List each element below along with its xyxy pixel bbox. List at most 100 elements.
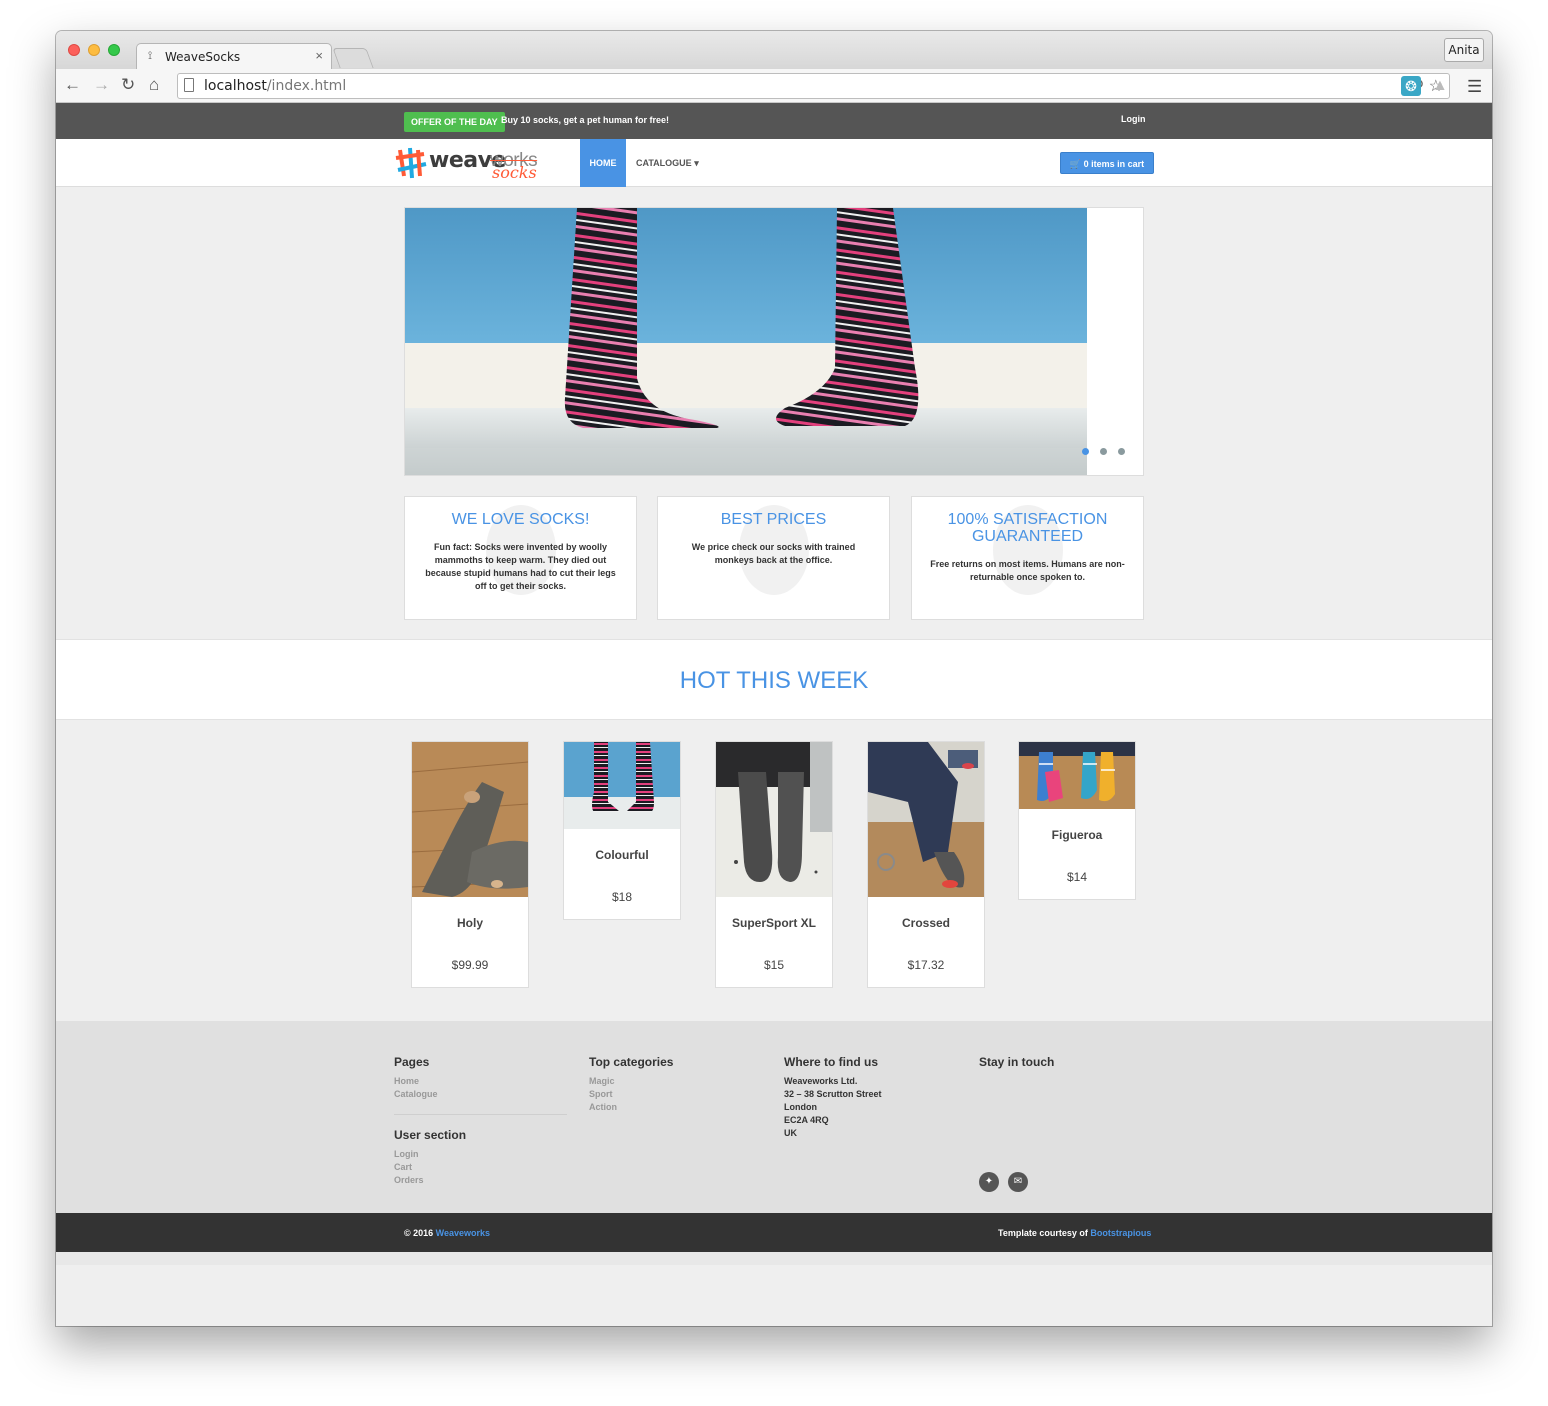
footer-link-cart[interactable]: Cart — [394, 1161, 466, 1174]
footer-stay-in-touch: Stay in touch — [979, 1055, 1054, 1069]
address-line: London — [784, 1102, 817, 1112]
footer-link-sport[interactable]: Sport — [589, 1088, 673, 1101]
address-line: EC2A 4RQ — [784, 1115, 829, 1125]
title-bar: ⟟ WeaveSocks × Anita — [56, 31, 1492, 70]
forward-icon[interactable]: → — [93, 74, 110, 96]
product-name[interactable]: SuperSport XL — [716, 916, 832, 930]
product-image[interactable] — [412, 742, 528, 897]
page-icon — [184, 78, 194, 92]
footer-touch-title: Stay in touch — [979, 1055, 1055, 1069]
feature-title: BEST PRICES — [720, 511, 827, 528]
product-image[interactable] — [868, 742, 984, 897]
product-price: $18 — [611, 890, 633, 904]
offer-text: Buy 10 socks, get a pet human for free! — [501, 115, 670, 125]
profile-button[interactable]: Anita — [1444, 38, 1484, 62]
tab-close-icon[interactable]: × — [315, 48, 323, 63]
hot-this-week-band: HOT THIS WEEK — [56, 639, 1492, 720]
address-bar[interactable]: localhost/index.html ⚲ ☆ — [177, 73, 1450, 99]
hero-image — [405, 208, 1087, 475]
logo-socks-text: socks — [492, 163, 537, 182]
product-card[interactable]: Crossed $17.32 — [867, 741, 985, 988]
product-name[interactable]: Crossed — [868, 916, 984, 930]
footer-where-title: Where to find us — [784, 1055, 878, 1069]
feature-text: We price check our socks with trained mo… — [691, 542, 856, 565]
copyright-bar: © 2016 Weaveworks Template courtesy of B… — [56, 1213, 1492, 1252]
minimize-window-button[interactable] — [88, 44, 100, 56]
logo-mark-icon — [395, 147, 427, 179]
drive-extension-icon[interactable]: ▲ — [1432, 76, 1452, 96]
home-icon[interactable]: ⌂ — [149, 74, 159, 96]
product-price: $15 — [763, 958, 785, 972]
cart-icon: 🛒 — [1069, 159, 1082, 169]
footer-link-magic[interactable]: Magic — [589, 1075, 673, 1088]
footer-link-login[interactable]: Login — [394, 1148, 466, 1161]
hero-carousel[interactable] — [404, 207, 1144, 476]
template-credit: Template courtesy of Bootstrapious — [998, 1228, 1151, 1238]
bootstrapious-link[interactable]: Bootstrapious — [1090, 1228, 1151, 1238]
product-name[interactable]: Figueroa — [1019, 828, 1135, 842]
feature-title: WE LOVE SOCKS! — [451, 511, 590, 528]
product-price: $99.99 — [451, 958, 489, 972]
template-credit-prefix: Template courtesy of — [998, 1228, 1091, 1238]
footer-link-action[interactable]: Action — [589, 1101, 673, 1114]
nav-home[interactable]: HOME — [580, 139, 626, 187]
product-card[interactable]: SuperSport XL $15 — [715, 741, 833, 988]
weaveworks-link[interactable]: Weaveworks — [436, 1228, 490, 1238]
product-image[interactable] — [564, 742, 680, 829]
main-navigation: weave works socks HOME CATALOGUE ▾ 🛒 0 i… — [56, 139, 1492, 187]
extension-icon[interactable]: ❂ — [1401, 76, 1421, 96]
weaveworks-socks-logo[interactable]: weave works socks — [394, 146, 559, 182]
product-price: $17.32 — [907, 958, 945, 972]
carousel-dot-1[interactable] — [1082, 448, 1089, 455]
url-host: localhost — [204, 78, 267, 94]
close-window-button[interactable] — [68, 44, 80, 56]
reload-icon[interactable]: ↻ — [121, 74, 135, 96]
browser-menu-icon[interactable]: ☰ — [1467, 77, 1482, 97]
new-tab-button[interactable] — [332, 48, 374, 68]
address-line: Weaveworks Ltd. — [784, 1076, 858, 1086]
product-image[interactable] — [1019, 742, 1135, 809]
zoom-window-button[interactable] — [108, 44, 120, 56]
cart-button[interactable]: 🛒 0 items in cart — [1060, 152, 1154, 174]
hot-this-week-title: HOT THIS WEEK — [679, 667, 869, 694]
footer-user-title: User section — [394, 1128, 467, 1142]
twitter-icon[interactable]: ✦ — [979, 1172, 999, 1192]
browser-tab[interactable]: ⟟ WeaveSocks × — [136, 43, 332, 70]
product-card[interactable]: Holy $99.99 — [411, 741, 529, 988]
caret-down-icon: ▾ — [694, 158, 699, 168]
footer-pages: Pages Home Catalogue — [394, 1055, 438, 1101]
page-bottom-strip — [56, 1252, 1492, 1265]
copyright-text: © 2016 Weaveworks — [404, 1228, 490, 1238]
footer-link-catalogue[interactable]: Catalogue — [394, 1088, 438, 1101]
nav-catalogue[interactable]: CATALOGUE ▾ — [636, 139, 699, 187]
footer-link-orders[interactable]: Orders — [394, 1174, 466, 1187]
footer-link-home[interactable]: Home — [394, 1075, 438, 1088]
feature-box-love-socks: WE LOVE SOCKS! Fun fact: Socks were inve… — [404, 496, 637, 620]
product-name[interactable]: Holy — [412, 916, 528, 930]
cart-label: 0 items in cart — [1083, 159, 1145, 169]
copyright-prefix: © 2016 — [404, 1228, 436, 1238]
page-viewport: OFFER OF THE DAY Buy 10 socks, get a pet… — [56, 103, 1492, 1326]
feature-box-best-prices: BEST PRICES We price check our socks wit… — [657, 496, 890, 620]
product-price: $14 — [1066, 870, 1088, 884]
footer-categories-title: Top categories — [589, 1055, 674, 1069]
address-line: UK — [784, 1128, 797, 1138]
carousel-dot-3[interactable] — [1118, 448, 1125, 455]
login-link[interactable]: Login — [1121, 114, 1146, 124]
product-image[interactable] — [716, 742, 832, 897]
feature-text: Fun fact: Socks were invented by woolly … — [425, 542, 616, 591]
envelope-icon[interactable]: ✉ — [1008, 1172, 1028, 1192]
footer-categories: Top categories Magic Sport Action — [589, 1055, 673, 1114]
feature-box-satisfaction: 100% SATISFACTION GUARANTEED Free return… — [911, 496, 1144, 620]
browser-toolbar: ← → ↻ ⌂ localhost/index.html ⚲ ☆ ❂ ▲ ☰ — [56, 69, 1492, 103]
back-icon[interactable]: ← — [64, 74, 81, 96]
footer: Pages Home Catalogue User section Login … — [56, 1021, 1492, 1213]
feature-text: Free returns on most items. Humans are n… — [930, 559, 1125, 582]
carousel-dot-2[interactable] — [1100, 448, 1107, 455]
product-card[interactable]: Figueroa $14 — [1018, 741, 1136, 900]
nav-catalogue-label: CATALOGUE — [636, 158, 692, 168]
product-card[interactable]: Colourful $18 — [563, 741, 681, 920]
offer-badge[interactable]: OFFER OF THE DAY — [404, 112, 505, 132]
browser-window: ⟟ WeaveSocks × Anita ← → ↻ ⌂ localhost/i… — [56, 31, 1492, 1326]
product-name[interactable]: Colourful — [564, 848, 680, 862]
